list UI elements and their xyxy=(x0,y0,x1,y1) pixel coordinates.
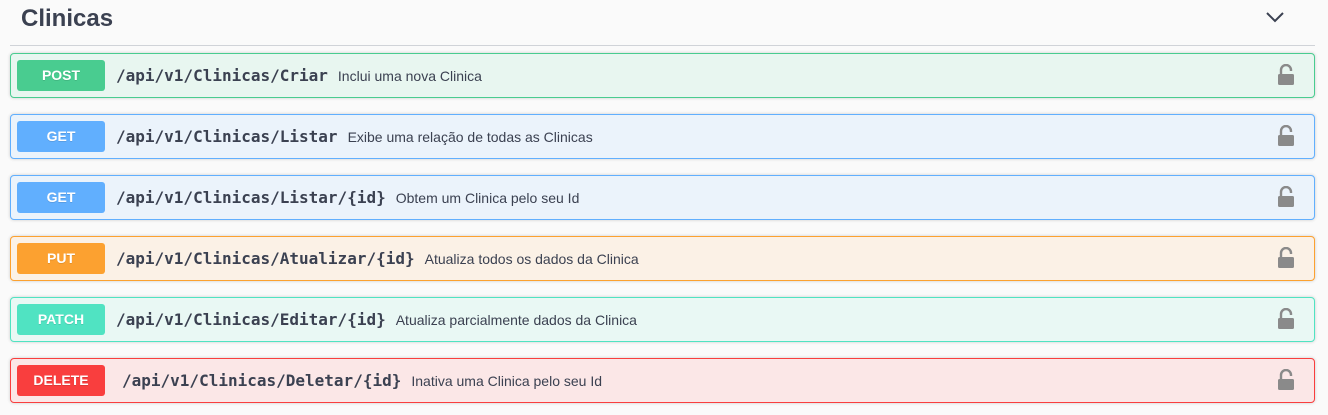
method-badge: GET xyxy=(17,182,105,213)
section-header[interactable]: Clinicas xyxy=(10,0,1315,46)
operation-path: /api/v1/Clinicas/Listar Exibe uma relação… xyxy=(116,126,593,148)
path-text: /api/v1/Clinicas/Editar/{id} xyxy=(116,310,386,329)
operation-path: /api/v1/Clinicas/Atualizar/{id} Atualiza … xyxy=(116,248,639,270)
method-badge: PATCH xyxy=(17,304,105,335)
operation-description: Inativa uma Clinica pelo seu Id xyxy=(411,373,603,389)
operation-path: /api/v1/Clinicas/Listar/{id} Obtem um Cli… xyxy=(116,187,579,209)
unlocked-padlock-icon[interactable] xyxy=(1276,64,1296,86)
operation-description: Exibe uma relação de todas as Clinicas xyxy=(347,129,593,145)
operation-patch-editar[interactable]: PATCH /api/v1/Clinicas/Editar/{id} Atuali… xyxy=(10,297,1315,342)
unlocked-padlock-icon[interactable] xyxy=(1276,308,1296,330)
operation-get-listar[interactable]: GET /api/v1/Clinicas/Listar Exibe uma rel… xyxy=(10,114,1315,159)
operation-description: Inclui uma nova Clinica xyxy=(337,68,482,84)
operation-description: Atualiza parcialmente dados da Clinica xyxy=(395,312,637,328)
unlocked-padlock-icon[interactable] xyxy=(1276,125,1296,147)
unlocked-padlock-icon[interactable] xyxy=(1276,369,1296,391)
unlocked-padlock-icon[interactable] xyxy=(1276,247,1296,269)
chevron-down-icon[interactable] xyxy=(1264,8,1286,26)
operation-description: Obtem um Clinica pelo seu Id xyxy=(395,190,580,206)
operation-path: /api/v1/Clinicas/Deletar/{id} Inativa uma… xyxy=(122,370,602,392)
path-text: /api/v1/Clinicas/Atualizar/{id} xyxy=(116,249,415,268)
operation-description: Atualiza todos os dados da Clinica xyxy=(424,251,639,267)
section-title[interactable]: Clinicas xyxy=(21,4,113,34)
operation-put-atualizar[interactable]: PUT /api/v1/Clinicas/Atualizar/{id} Atual… xyxy=(10,236,1315,281)
api-section: Clinicas POST /api/v1/Clinicas/Criar Incl… xyxy=(0,0,1328,415)
method-badge: DELETE xyxy=(17,365,105,396)
operation-path: /api/v1/Clinicas/Criar Inclui uma nova Cl… xyxy=(116,65,482,87)
path-text: /api/v1/Clinicas/Listar/{id} xyxy=(116,188,386,207)
method-badge: GET xyxy=(17,121,105,152)
operation-delete-deletar[interactable]: DELETE /api/v1/Clinicas/Deletar/{id} Inat… xyxy=(10,358,1315,403)
operation-post-criar[interactable]: POST /api/v1/Clinicas/Criar Inclui uma no… xyxy=(10,53,1315,98)
method-badge: POST xyxy=(17,60,105,91)
operation-path: /api/v1/Clinicas/Editar/{id} Atualiza par… xyxy=(116,309,637,331)
path-text: /api/v1/Clinicas/Deletar/{id} xyxy=(122,371,402,390)
path-text: /api/v1/Clinicas/Criar xyxy=(116,66,328,85)
method-badge: PUT xyxy=(17,243,105,274)
path-text: /api/v1/Clinicas/Listar xyxy=(116,127,338,146)
unlocked-padlock-icon[interactable] xyxy=(1276,186,1296,208)
operation-get-listar-id[interactable]: GET /api/v1/Clinicas/Listar/{id} Obtem um… xyxy=(10,175,1315,220)
